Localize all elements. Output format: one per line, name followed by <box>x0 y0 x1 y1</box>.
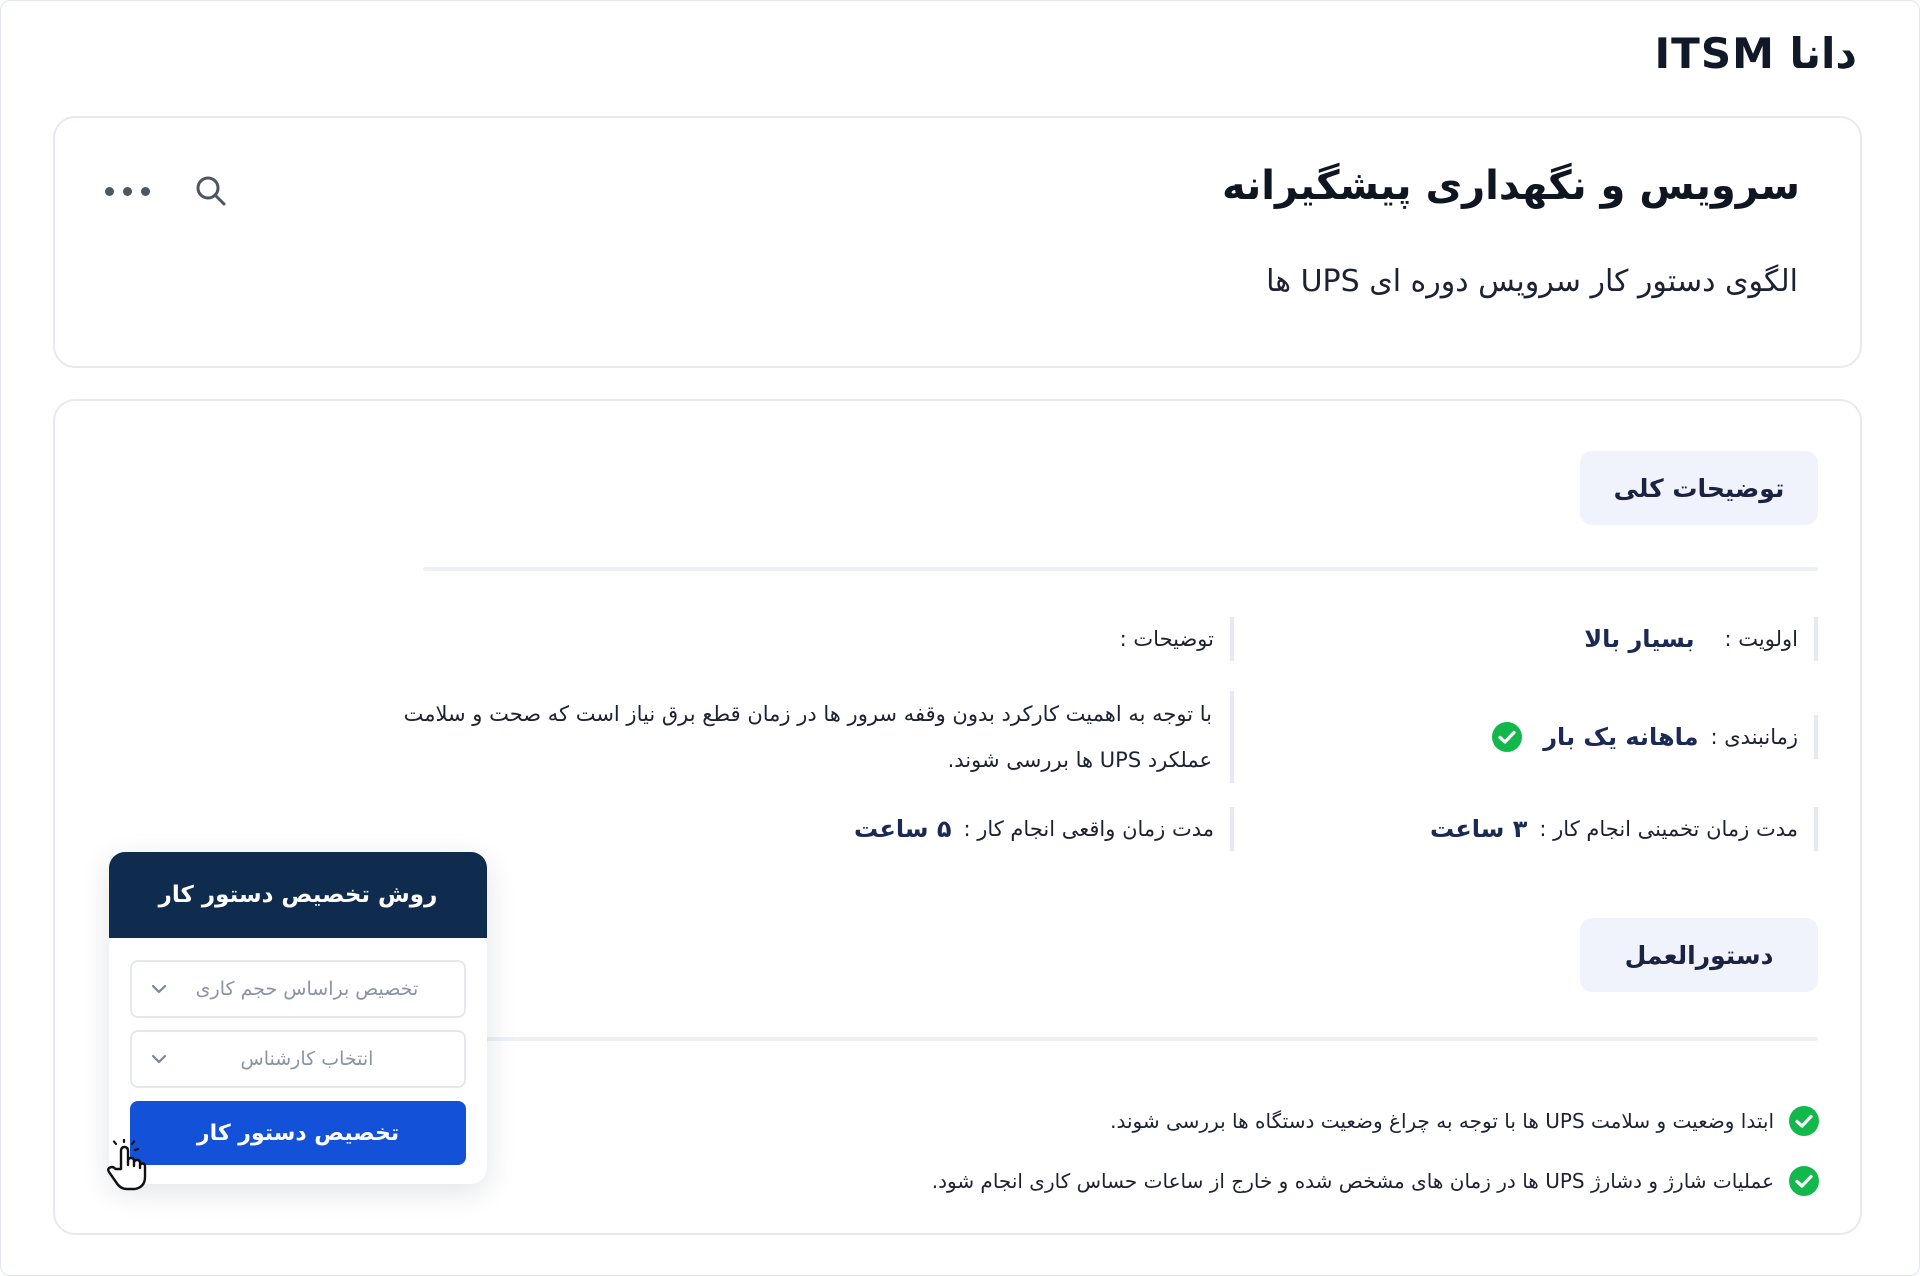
schedule-label: زمانبندی : <box>1710 725 1798 749</box>
chevron-down-icon <box>150 978 168 1000</box>
actual-duration-value: ۵ ساعت <box>854 815 952 843</box>
header-card: سرویس و نگهداری پیشگیرانه الگوی دستور کا… <box>53 116 1862 368</box>
list-item: ابتدا وضعیت و سلامت UPS ها با توجه به چر… <box>520 1091 1820 1151</box>
section-divider <box>423 567 1818 571</box>
popup-title: روش تخصیص دستور کار <box>109 852 487 938</box>
more-dots-icon[interactable] <box>105 186 150 196</box>
expert-select-value: انتخاب کارشناس <box>240 1048 374 1070</box>
app-logo: دانا ITSM <box>1654 29 1857 78</box>
tab-instructions[interactable]: دستورالعمل <box>1580 918 1818 992</box>
section-divider <box>423 1037 1818 1041</box>
description-field: توضیحات : <box>1120 617 1234 661</box>
header-toolbar <box>105 166 228 216</box>
page-title: سرویس و نگهداری پیشگیرانه <box>1222 163 1800 209</box>
priority-label: اولویت : <box>1724 627 1798 651</box>
search-icon[interactable] <box>194 174 228 208</box>
schedule-value: ماهانه یک بار <box>1543 723 1699 751</box>
description-label: توضیحات : <box>1119 627 1214 651</box>
instruction-text: ابتدا وضعیت و سلامت UPS ها با توجه به چر… <box>1110 1109 1774 1133</box>
assign-method-value: تخصیص براساس حجم کاری <box>195 978 419 1000</box>
actual-duration-field: مدت زمان واقعی انجام کار : ۵ ساعت <box>854 807 1234 851</box>
check-circle-icon <box>1491 721 1523 753</box>
description-text: با توجه به اهمیت کارکرد بدون وقفه سرور ه… <box>274 691 1234 783</box>
hand-cursor-icon <box>99 1138 155 1199</box>
description-line: با توجه به اهمیت کارکرد بدون وقفه سرور ه… <box>403 702 1212 726</box>
list-item: عملیات شارژ و دشارژ UPS ها در زمان های م… <box>520 1151 1820 1211</box>
priority-value: بسیار بالا <box>1584 625 1695 653</box>
instruction-list: ابتدا وضعیت و سلامت UPS ها با توجه به چر… <box>520 1091 1820 1211</box>
tab-general-description[interactable]: توضیحات کلی <box>1580 451 1818 525</box>
instruction-text: عملیات شارژ و دشارژ UPS ها در زمان های م… <box>931 1169 1774 1193</box>
description-line: عملکرد UPS ها بررسی شوند. <box>947 748 1212 772</box>
check-circle-icon <box>1788 1105 1820 1137</box>
assign-method-select[interactable]: تخصیص براساس حجم کاری <box>130 960 466 1018</box>
priority-field: اولویت : بسیار بالا <box>1584 617 1818 661</box>
expert-select[interactable]: انتخاب کارشناس <box>130 1030 466 1088</box>
schedule-field: زمانبندی : ماهانه یک بار <box>1491 715 1818 759</box>
estimated-duration-label: مدت زمان تخمینی انجام کار : <box>1539 817 1798 841</box>
check-circle-icon <box>1788 1165 1820 1197</box>
page-subtitle: الگوی دستور کار سرویس دوره ای UPS ها <box>1266 264 1798 299</box>
estimated-duration-value: ۳ ساعت <box>1429 815 1528 843</box>
actual-duration-label: مدت زمان واقعی انجام کار : <box>963 817 1214 841</box>
assign-work-order-button[interactable]: تخصیص دستور کار <box>130 1101 466 1165</box>
assign-method-popup: روش تخصیص دستور کار تخصیص براساس حجم کار… <box>109 852 487 1184</box>
app-frame: دانا ITSM سرویس و نگهداری پیشگیرانه الگو… <box>0 0 1920 1276</box>
estimated-duration-field: مدت زمان تخمینی انجام کار : ۳ ساعت <box>1430 807 1818 851</box>
chevron-down-icon <box>150 1048 168 1070</box>
